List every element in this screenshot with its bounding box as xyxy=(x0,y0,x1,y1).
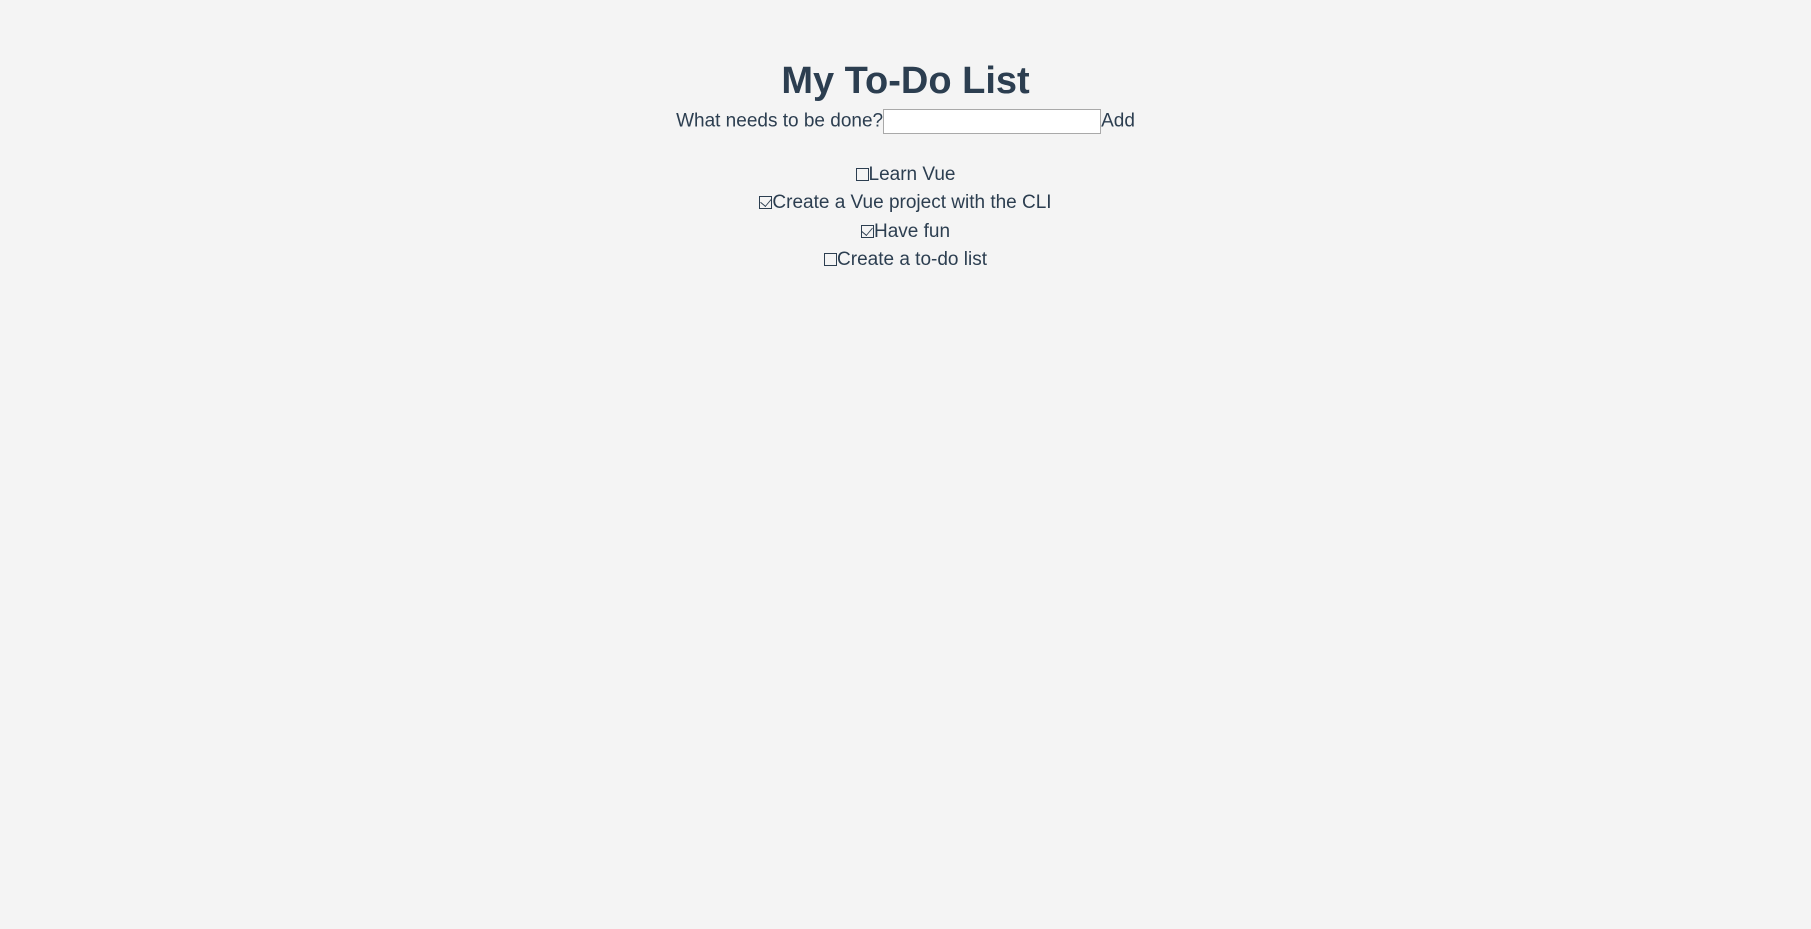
new-todo-label: What needs to be done? xyxy=(676,111,883,132)
new-todo-input[interactable] xyxy=(883,109,1101,134)
todo-item: Create a Vue project with the CLI xyxy=(0,190,1811,216)
todo-checkbox[interactable] xyxy=(856,168,869,181)
page-title: My To-Do List xyxy=(0,60,1811,103)
todo-label: Have fun xyxy=(874,221,950,242)
todo-item: Have fun xyxy=(0,219,1811,245)
todo-checkbox[interactable] xyxy=(759,196,772,209)
add-todo-form: What needs to be done? Add xyxy=(0,109,1811,134)
todo-app: My To-Do List What needs to be done?Add … xyxy=(0,0,1811,273)
todo-checkbox[interactable] xyxy=(824,253,837,266)
todo-item: Learn Vue xyxy=(0,162,1811,188)
todo-item: Create a to-do list xyxy=(0,247,1811,273)
todo-label: Create a Vue project with the CLI xyxy=(772,192,1051,213)
todo-label: Create a to-do list xyxy=(837,249,987,270)
todo-list: Learn Vue Create a Vue project with the … xyxy=(0,162,1811,273)
todo-checkbox[interactable] xyxy=(861,225,874,238)
todo-label: Learn Vue xyxy=(869,164,956,185)
add-button[interactable]: Add xyxy=(1101,111,1135,132)
